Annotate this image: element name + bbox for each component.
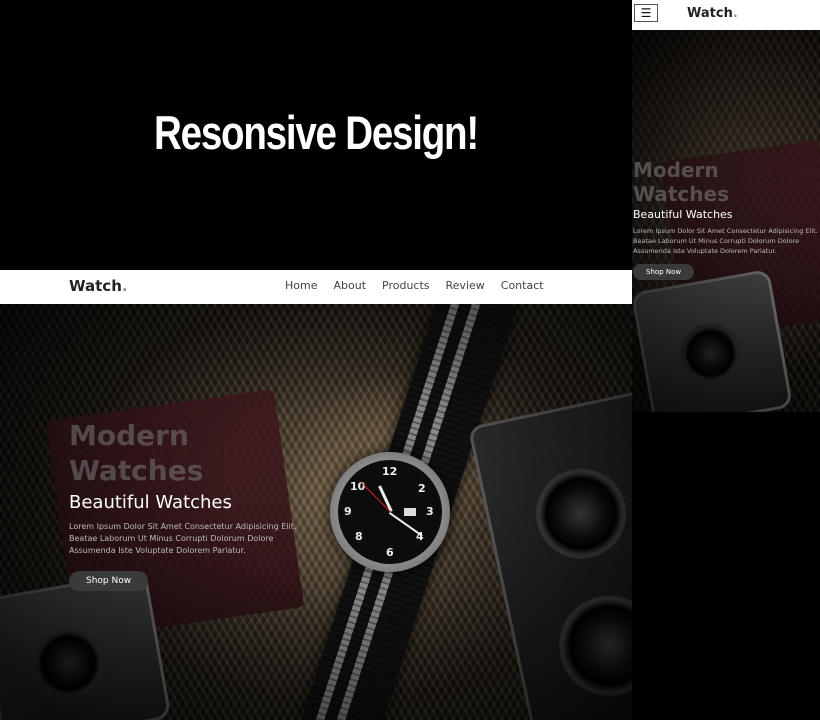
logo-text: Watch — [69, 277, 122, 295]
logo-text: Watch — [687, 6, 733, 21]
hero-subheading: Beautiful Watches — [633, 208, 733, 221]
desktop-navbar: Watch. Home About Products Review Contac… — [0, 270, 632, 304]
mobile-preview: ☰ Watch. Modern Watches Beautiful Watche… — [632, 0, 820, 412]
hero-heading: Modern Watches — [69, 418, 329, 488]
desktop-preview: Watch. Home About Products Review Contac… — [0, 270, 632, 720]
mobile-hero: Modern Watches Beautiful Watches Lorem I… — [632, 30, 820, 412]
hero-heading-line1: Modern — [633, 158, 719, 182]
desktop-logo[interactable]: Watch. — [69, 277, 128, 295]
nav-link-review[interactable]: Review — [446, 279, 485, 292]
hero-heading-line2: Watches — [633, 182, 729, 206]
hero-heading-line1: Modern — [69, 419, 189, 452]
hero-body-text: Lorem Ipsum Dolor Sit Amet Consectetur A… — [633, 227, 818, 255]
hamburger-menu-icon[interactable]: ☰ — [634, 4, 658, 22]
logo-dot: . — [121, 277, 128, 295]
shop-now-button[interactable]: Shop Now — [633, 264, 695, 280]
nav-link-contact[interactable]: Contact — [501, 279, 544, 292]
nav-link-about[interactable]: About — [333, 279, 366, 292]
hero-heading: Modern Watches — [633, 158, 819, 206]
banner-title: Resonsive Design! — [154, 106, 479, 159]
nav-link-home[interactable]: Home — [285, 279, 317, 292]
desktop-hero: 12 2 3 4 6 8 9 10 Modern Watches Beautif… — [0, 304, 632, 720]
mobile-navbar: ☰ Watch. — [632, 0, 820, 30]
hero-heading-line2: Watches — [69, 454, 204, 487]
nav-link-products[interactable]: Products — [382, 279, 430, 292]
desktop-hero-content: Modern Watches Beautiful Watches Lorem I… — [69, 418, 329, 591]
logo-dot: . — [732, 6, 738, 21]
mobile-logo[interactable]: Watch. — [687, 6, 738, 21]
mobile-hero-content: Modern Watches Beautiful Watches Lorem I… — [633, 158, 819, 280]
hero-body-text: Lorem Ipsum Dolor Sit Amet Consectetur A… — [69, 522, 297, 555]
shop-now-button[interactable]: Shop Now — [69, 571, 149, 591]
hero-subheading: Beautiful Watches — [69, 492, 232, 513]
desktop-nav-links: Home About Products Review Contact — [285, 279, 560, 292]
